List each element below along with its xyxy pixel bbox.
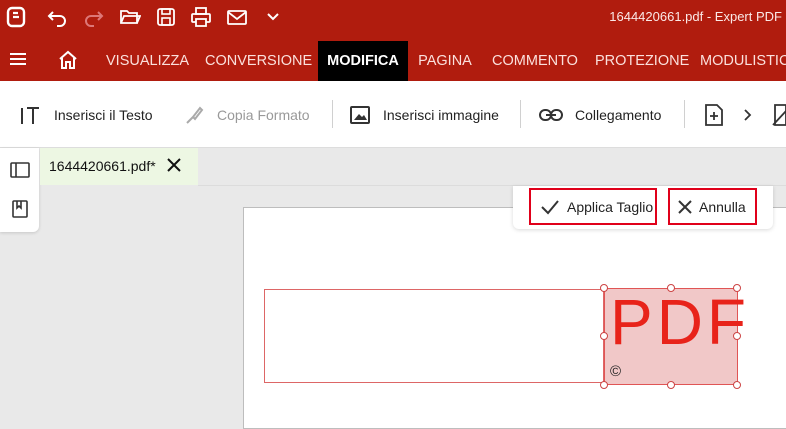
- window-title: 1644420661.pdf - Expert PDF: [609, 9, 782, 24]
- copy-format-button[interactable]: Copia Formato: [183, 103, 310, 127]
- crop-handle-bottom[interactable]: [667, 381, 675, 389]
- format-brush-icon: [186, 106, 204, 124]
- hamburger-menu-icon[interactable]: [6, 47, 30, 71]
- title-bar: 1644420661.pdf - Expert PDF: [0, 0, 786, 35]
- document-tab-title: 1644420661.pdf*: [49, 158, 156, 174]
- save-icon[interactable]: [154, 5, 178, 29]
- add-page-icon: [705, 104, 723, 126]
- crop-selection-logo[interactable]: PDF ©: [604, 286, 746, 385]
- tab-protezione[interactable]: PROTEZIONE: [595, 41, 689, 81]
- insert-text-icon: [21, 107, 39, 124]
- link-label: Collegamento: [575, 107, 662, 123]
- panel-toggle-icon[interactable]: [8, 158, 32, 182]
- crop-handle-left[interactable]: [600, 332, 608, 340]
- insert-image-button[interactable]: Inserisci immagine: [349, 103, 499, 127]
- image-icon: [350, 106, 370, 124]
- ribbon-tabs: VISUALIZZA CONVERSIONE MODIFICA PAGINA C…: [0, 35, 786, 81]
- toolbar-divider: [684, 100, 685, 128]
- toolbar-divider: [332, 100, 333, 128]
- app-logo-icon: [4, 5, 28, 29]
- insert-text-button[interactable]: Inserisci il Testo: [20, 103, 153, 127]
- edit-toolbar: Inserisci il Testo Copia Formato Inseris…: [0, 81, 786, 148]
- apply-crop-button[interactable]: Applica Taglio: [529, 188, 657, 225]
- open-folder-icon[interactable]: [118, 5, 142, 29]
- print-icon[interactable]: [189, 5, 213, 29]
- copyright-mark: ©: [610, 363, 622, 380]
- tab-pagina[interactable]: PAGINA: [417, 41, 473, 81]
- close-icon: [678, 199, 692, 214]
- tab-modulistica[interactable]: MODULISTICA: [700, 41, 786, 81]
- bookmark-icon[interactable]: [8, 197, 32, 221]
- tab-modifica[interactable]: MODIFICA: [318, 41, 408, 81]
- cancel-crop-label: Annulla: [699, 198, 746, 215]
- cancel-crop-button[interactable]: Annulla: [668, 188, 757, 225]
- crop-icon: [772, 104, 786, 126]
- checkmark-icon: [541, 199, 559, 214]
- chevron-down-icon[interactable]: [261, 5, 285, 29]
- link-button[interactable]: Collegamento: [539, 103, 661, 127]
- toolbar-more-chevron[interactable]: [743, 103, 765, 127]
- text-frame[interactable]: [264, 289, 604, 383]
- tab-conversione[interactable]: CONVERSIONE: [205, 41, 312, 81]
- tab-commento[interactable]: COMMENTO: [489, 41, 581, 81]
- crop-handle-top[interactable]: [667, 284, 675, 292]
- apply-crop-label: Applica Taglio: [567, 198, 654, 215]
- close-icon[interactable]: [166, 157, 182, 176]
- toolbar-divider: [520, 100, 521, 128]
- crop-handle-top-left[interactable]: [600, 284, 608, 292]
- insert-image-label: Inserisci immagine: [383, 107, 499, 123]
- link-icon: [539, 109, 563, 121]
- crop-handle-top-right[interactable]: [733, 284, 741, 292]
- undo-icon[interactable]: [45, 5, 69, 29]
- chevron-right-icon: [744, 109, 752, 121]
- insert-text-label: Inserisci il Testo: [54, 107, 153, 123]
- crop-handle-right[interactable]: [733, 332, 741, 340]
- document-tab[interactable]: 1644420661.pdf*: [40, 148, 198, 185]
- side-panel: [0, 148, 39, 232]
- home-icon[interactable]: [56, 48, 80, 72]
- logo-text: PDF: [610, 286, 750, 358]
- crop-handle-bottom-right[interactable]: [733, 381, 741, 389]
- crop-action-bar: Applica Taglio Annulla: [513, 186, 773, 229]
- crop-handle-bottom-left[interactable]: [600, 381, 608, 389]
- redo-icon[interactable]: [82, 5, 106, 29]
- copy-format-label: Copia Formato: [217, 107, 310, 123]
- add-page-button[interactable]: [703, 103, 737, 127]
- tab-visualizza[interactable]: VISUALIZZA: [106, 41, 189, 81]
- mail-icon[interactable]: [225, 5, 249, 29]
- crop-tool-button[interactable]: [772, 103, 786, 127]
